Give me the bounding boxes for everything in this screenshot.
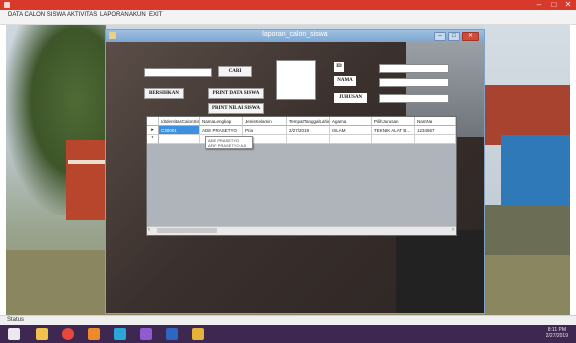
windows-start-icon[interactable]	[8, 328, 20, 340]
jurusan-field[interactable]	[379, 94, 449, 103]
table-cell[interactable]	[330, 135, 372, 144]
report-window-titlebar: laporan_calon_siswa – □ ✕	[106, 30, 484, 42]
word-icon[interactable]	[166, 328, 178, 340]
tray-clock[interactable]: 8:11 PM 2/27/2019	[546, 327, 568, 339]
name-suggestion-list[interactable]: ADE PRASETYO AFIF PRASETYO AJI	[205, 136, 253, 149]
file-explorer-icon[interactable]	[36, 328, 48, 340]
table-cell[interactable]: TEKNIK ALAT B...	[372, 126, 415, 135]
photo-box	[276, 60, 316, 100]
grid-corner	[147, 117, 159, 126]
media-player-icon[interactable]	[114, 328, 126, 340]
minimize-icon[interactable]: –	[434, 32, 446, 41]
column-header[interactable]: TempatTanggalLahir	[287, 117, 330, 126]
app-titlebar: – □ ✕	[0, 0, 576, 10]
table-cell[interactable]	[159, 135, 200, 144]
table-cell[interactable]	[415, 135, 456, 144]
column-header[interactable]: Agama	[330, 117, 372, 126]
menu-aktivitas[interactable]: AKTIVITAS	[67, 12, 97, 18]
visual-studio-icon[interactable]	[140, 328, 152, 340]
app-taskbar-icon[interactable]	[192, 328, 204, 340]
column-header[interactable]: NamaLengkap	[200, 117, 243, 126]
column-header[interactable]: JenisKelamin	[243, 117, 287, 126]
id-field[interactable]	[379, 64, 449, 73]
chrome-icon[interactable]	[62, 328, 74, 340]
taskbar: 8:11 PM 2/27/2019	[0, 325, 576, 343]
table-cell[interactable]: ISLAM	[330, 126, 372, 135]
menu-laporan[interactable]: LAPORAN	[100, 12, 129, 18]
bersihkan-button[interactable]: BERSIHKAN	[144, 88, 184, 99]
menubar: DATA CALON SISWA AKTIVITAS LAPORAN AKUN …	[0, 10, 576, 25]
table-cell[interactable]: ADE PRASETYO	[200, 126, 243, 135]
table-cell[interactable]: 2/27/2019	[287, 126, 330, 135]
close-icon[interactable]: ✕	[462, 32, 479, 41]
sublime-icon[interactable]	[88, 328, 100, 340]
nama-field[interactable]	[379, 78, 449, 87]
report-window: laporan_calon_siswa – □ ✕ CARI BERSIHKAN…	[105, 29, 485, 314]
menu-akun[interactable]: AKUN	[129, 12, 146, 18]
table-cell[interactable]: Pria	[243, 126, 287, 135]
app-icon	[4, 2, 10, 8]
print-data-siswa-button[interactable]: PRINT DATA SISWA	[208, 88, 264, 99]
nama-label: NAMA	[334, 76, 356, 86]
horizontal-scrollbar[interactable]: ‹ ›	[147, 226, 456, 235]
clock-date: 2/27/2019	[545, 333, 568, 339]
minimize-icon[interactable]: –	[532, 0, 546, 10]
column-header[interactable]: NamNa	[415, 117, 456, 126]
suggestion-item[interactable]: AFIF PRASETYO AJI	[208, 143, 250, 148]
jurusan-label: JURUSAN	[334, 93, 367, 103]
scrollbar-thumb[interactable]	[157, 228, 217, 233]
maximize-icon[interactable]: □	[448, 32, 460, 41]
print-nilai-siswa-button[interactable]: PRINT NILAI SISWA	[208, 103, 264, 114]
column-header[interactable]: IdIdentitasCalonSis	[159, 117, 200, 126]
cari-button[interactable]: CARI	[218, 66, 252, 77]
table-cell[interactable]	[287, 135, 330, 144]
report-window-title: laporan_calon_siswa	[262, 31, 328, 38]
data-grid[interactable]: IdIdentitasCalonSis NamaLengkap JenisKel…	[146, 116, 457, 236]
close-icon[interactable]: ✕	[561, 0, 575, 10]
scroll-right-icon[interactable]: ›	[452, 227, 454, 234]
table-cell[interactable]: C30001	[159, 126, 200, 135]
search-input[interactable]	[144, 68, 212, 77]
table-cell[interactable]: 1234567	[415, 126, 456, 135]
column-header[interactable]: PilihJurusan	[372, 117, 415, 126]
menu-exit[interactable]: EXIT	[149, 12, 162, 18]
table-cell[interactable]	[372, 135, 415, 144]
row-header[interactable]: *	[147, 135, 159, 144]
status-label: Status	[7, 317, 25, 323]
id-label: ID	[334, 62, 344, 72]
menu-data-calon-siswa[interactable]: DATA CALON SISWA	[8, 12, 66, 18]
scroll-left-icon[interactable]: ‹	[148, 227, 150, 234]
row-header[interactable]: ▸	[147, 126, 159, 135]
maximize-icon[interactable]: □	[547, 0, 561, 10]
